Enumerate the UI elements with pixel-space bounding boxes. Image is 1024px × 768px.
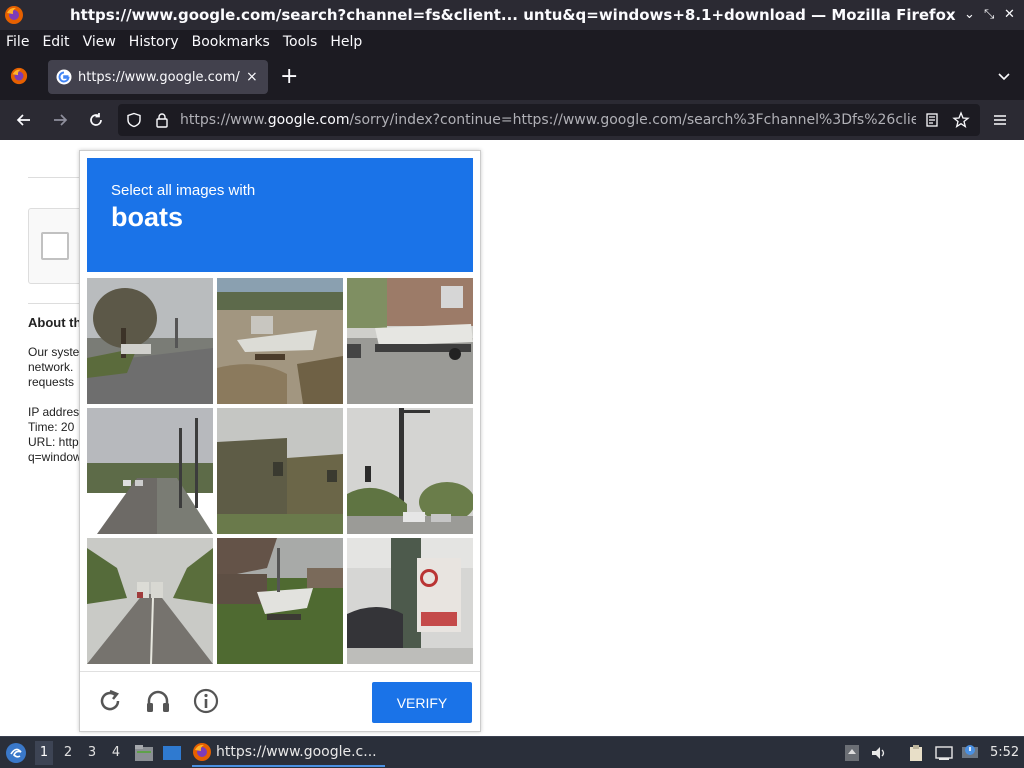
image-tile-buildings[interactable] <box>217 408 343 534</box>
tab-close-icon[interactable]: × <box>246 69 258 85</box>
image-tile-traffic-light[interactable] <box>347 408 473 534</box>
tab-label: https://www.google.com/ <box>78 69 240 85</box>
close-window-button[interactable]: ✕ <box>1004 7 1015 22</box>
page-content: About th Our syste network. requests IP … <box>0 140 1024 736</box>
window-title: https://www.google.com/search?channel=fs… <box>70 6 956 24</box>
menu-file[interactable]: File <box>6 34 29 50</box>
reload-icon <box>90 113 102 126</box>
notification-icon[interactable] <box>961 744 979 762</box>
taskbar-firefox-task[interactable]: https://www.google.c... <box>192 739 385 767</box>
image-tile-tree-road[interactable] <box>87 278 213 404</box>
workspace-1[interactable]: 1 <box>35 741 53 765</box>
info-icon[interactable] <box>192 687 220 715</box>
navigation-toolbar: https://www.google.com/sorry/index?conti… <box>0 100 1024 140</box>
tray-upload-icon[interactable] <box>843 744 861 762</box>
paragraph-line: network. <box>28 360 74 374</box>
forward-button[interactable] <box>48 108 72 132</box>
workspace-4[interactable]: 4 <box>107 745 125 760</box>
workspace-2[interactable]: 2 <box>59 745 77 760</box>
google-favicon-icon <box>56 69 72 85</box>
firefox-icon <box>5 6 23 24</box>
network-icon[interactable] <box>935 744 953 762</box>
new-tab-button[interactable]: + <box>280 64 298 89</box>
paragraph-line: Our syste <box>28 345 80 359</box>
query-label: q=window <box>28 450 82 464</box>
clipboard-icon[interactable] <box>907 744 925 762</box>
workspace-3[interactable]: 3 <box>83 745 101 760</box>
menu-help[interactable]: Help <box>330 34 362 50</box>
start-menu-icon[interactable] <box>5 742 27 764</box>
menu-bar: File Edit View History Bookmarks Tools H… <box>0 30 1024 54</box>
hamburger-menu-icon <box>994 115 1006 125</box>
menu-bookmarks[interactable]: Bookmarks <box>192 34 270 50</box>
maximize-button[interactable]: ⤡ <box>984 7 994 22</box>
image-grid <box>87 278 473 664</box>
menu-history[interactable]: History <box>129 34 179 50</box>
volume-icon[interactable] <box>870 744 888 762</box>
image-tile-boat-grass[interactable] <box>217 538 343 664</box>
image-tile-boat-yard[interactable] <box>217 278 343 404</box>
image-tile-road-poles[interactable] <box>87 408 213 534</box>
tab-bar: https://www.google.com/ × + <box>0 54 1024 100</box>
taskbar: 1 2 3 4 https://www.google.c... 5:52 <box>0 736 1024 768</box>
minimize-button[interactable]: ⌄ <box>964 7 975 22</box>
menu-tools[interactable]: Tools <box>283 34 318 50</box>
image-tile-sign-pole-car[interactable] <box>347 538 473 664</box>
url-label: URL: http <box>28 435 79 449</box>
about-heading: About th <box>28 315 82 330</box>
bookmark-star-icon[interactable] <box>952 111 970 129</box>
forward-arrow-icon <box>54 114 68 126</box>
task-label: https://www.google.c... <box>216 744 377 760</box>
url-text: https://www.google.com/sorry/index?conti… <box>180 112 916 128</box>
list-all-tabs-icon[interactable] <box>996 68 1012 84</box>
shield-icon[interactable] <box>126 112 142 128</box>
challenge-target: boats <box>111 202 184 232</box>
challenge-header: Select all images with boats <box>87 158 473 272</box>
firefox-view-icon[interactable] <box>10 67 28 85</box>
window-titlebar: https://www.google.com/search?channel=fs… <box>0 0 1024 30</box>
image-tile-highway-trees[interactable] <box>87 538 213 664</box>
back-button[interactable] <box>12 108 36 132</box>
menu-view[interactable]: View <box>83 34 116 50</box>
footer-divider <box>80 671 480 672</box>
time-label: Time: 20 <box>28 420 75 434</box>
menu-edit[interactable]: Edit <box>42 34 69 50</box>
verify-button[interactable]: VERIFY <box>372 682 472 723</box>
lock-icon[interactable] <box>154 112 170 128</box>
back-arrow-icon <box>16 114 30 126</box>
paragraph-line: requests <box>28 375 75 389</box>
ip-address-label: IP addres <box>28 405 80 419</box>
file-manager-icon[interactable] <box>134 743 154 763</box>
audio-challenge-icon[interactable] <box>144 687 172 715</box>
reader-view-icon[interactable] <box>924 112 940 128</box>
challenge-instruction: Select all images with <box>111 182 256 199</box>
reload-button[interactable] <box>84 108 108 132</box>
recaptcha-checkbox[interactable] <box>41 232 69 260</box>
app-menu-button[interactable] <box>988 108 1012 132</box>
clock: 5:52 <box>990 745 1020 760</box>
image-tile-boat-trailer-house[interactable] <box>347 278 473 404</box>
show-desktop-icon[interactable] <box>162 743 182 763</box>
recaptcha-challenge-dialog: Select all images with boats VERIFY <box>79 150 481 732</box>
reload-challenge-icon[interactable] <box>96 687 124 715</box>
firefox-task-icon <box>193 743 211 761</box>
tab-google[interactable]: https://www.google.com/ × <box>48 60 268 94</box>
url-bar[interactable]: https://www.google.com/sorry/index?conti… <box>118 104 980 136</box>
